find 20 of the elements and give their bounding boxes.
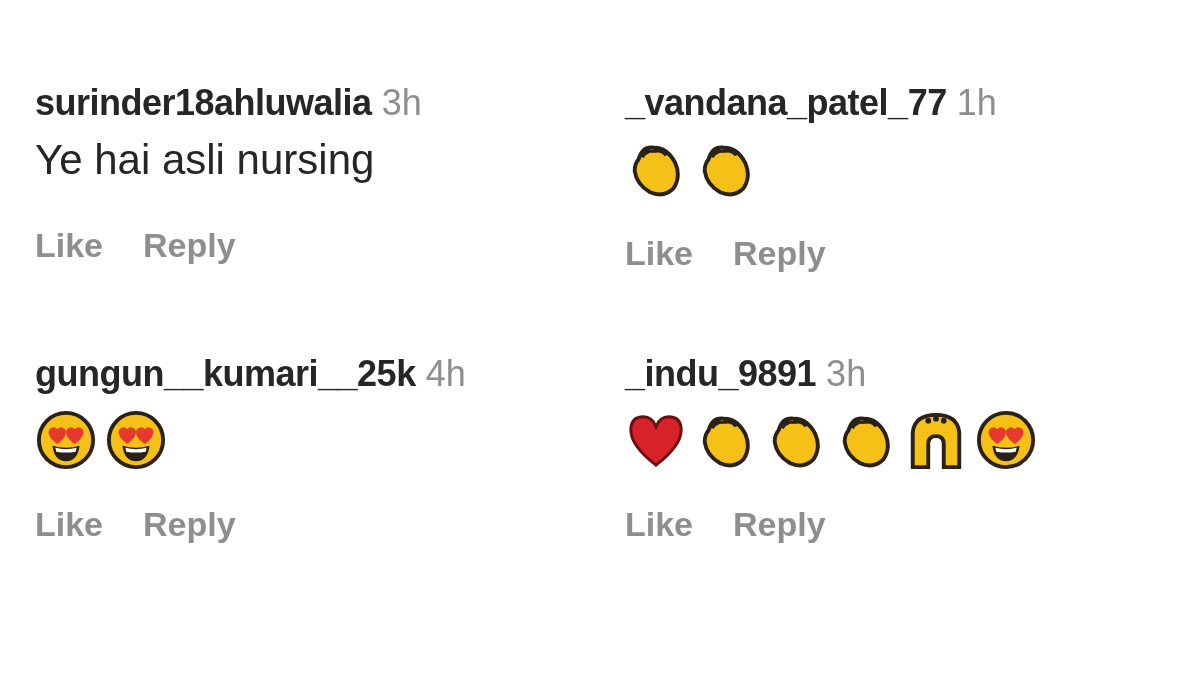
reply-button[interactable]: Reply — [733, 505, 826, 544]
reply-button[interactable]: Reply — [143, 505, 236, 544]
heart-eyes-emoji-icon — [35, 409, 97, 471]
reply-button[interactable]: Reply — [733, 234, 826, 273]
username[interactable]: gungun__kumari__25k — [35, 353, 416, 395]
like-button[interactable]: Like — [35, 505, 104, 544]
timestamp: 3h — [826, 353, 867, 395]
comment-text: Ye hai asli nursing — [35, 136, 376, 185]
username[interactable]: _vandana_patel_77 — [625, 82, 947, 124]
reply-button[interactable]: Reply — [143, 226, 236, 265]
like-button[interactable]: Like — [625, 234, 694, 273]
username[interactable]: _indu_9891 — [625, 353, 817, 395]
username[interactable]: surinder18ahluwalia — [35, 82, 372, 124]
like-button[interactable]: Like — [625, 505, 694, 544]
timestamp: 4h — [425, 353, 466, 395]
timestamp: 1h — [956, 82, 997, 124]
like-button[interactable]: Like — [35, 226, 104, 265]
heart-eyes-emoji-icon — [975, 409, 1037, 471]
timestamp: 3h — [381, 82, 422, 124]
heart-eyes-emoji-icon — [105, 409, 167, 471]
